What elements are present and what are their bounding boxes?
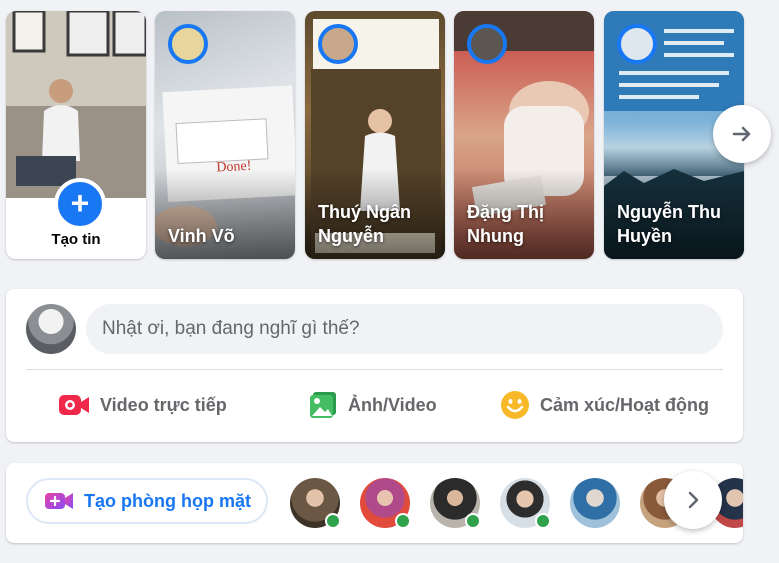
online-contact[interactable] xyxy=(500,478,551,529)
story-card[interactable]: Thuý Ngân Nguyễn xyxy=(305,11,445,259)
photo-video-button[interactable]: Ảnh/Video xyxy=(308,385,437,425)
online-indicator xyxy=(325,513,341,529)
online-contact[interactable] xyxy=(570,478,620,528)
stories-tray: + Tạo tin Done! Vinh Võ Thuý Ngân Nguyễn xyxy=(6,11,746,259)
avatar xyxy=(318,24,358,64)
photo-video-label: Ảnh/Video xyxy=(348,394,437,415)
profile-photo xyxy=(6,11,146,198)
avatar[interactable] xyxy=(26,304,76,354)
video-camera-icon xyxy=(58,393,90,417)
online-indicator xyxy=(535,513,551,529)
create-story-card[interactable]: + Tạo tin xyxy=(6,11,146,259)
post-composer: Nhật ơi, bạn đang nghĩ gì thế? Video trự… xyxy=(6,289,743,442)
smiley-icon xyxy=(500,390,530,420)
avatar xyxy=(617,24,657,64)
status-input[interactable]: Nhật ơi, bạn đang nghĩ gì thế? xyxy=(86,304,723,354)
story-card[interactable]: Done! Vinh Võ xyxy=(155,11,295,259)
rooms-bar: Tạo phòng họp mặt xyxy=(6,463,743,543)
create-room-label: Tạo phòng họp mặt xyxy=(84,490,251,511)
photo-icon xyxy=(308,390,338,420)
feeling-activity-label: Cảm xúc/Hoạt động xyxy=(540,394,710,415)
online-contact[interactable] xyxy=(430,478,481,529)
live-video-button[interactable]: Video trực tiếp xyxy=(58,385,227,425)
story-author: Nguyễn Thu Huyền xyxy=(617,202,721,246)
avatar xyxy=(570,478,620,528)
online-contact[interactable] xyxy=(290,478,341,529)
plus-icon[interactable]: + xyxy=(54,178,106,230)
online-indicator xyxy=(395,513,411,529)
online-contact[interactable] xyxy=(360,478,411,529)
divider xyxy=(26,369,723,370)
video-room-icon xyxy=(44,490,74,512)
create-story-label: Tạo tin xyxy=(51,231,101,248)
story-author: Thuý Ngân Nguyễn xyxy=(318,202,411,246)
arrow-right-icon[interactable] xyxy=(713,105,771,163)
feeling-activity-button[interactable]: Cảm xúc/Hoạt động xyxy=(500,385,709,425)
avatar xyxy=(467,24,507,64)
story-card[interactable]: Đặng Thị Nhung xyxy=(454,11,594,259)
online-indicator xyxy=(465,513,481,529)
story-author: Đặng Thị Nhung xyxy=(467,202,544,246)
story-author: Vinh Võ xyxy=(168,226,235,246)
avatar xyxy=(168,24,208,64)
chevron-right-icon[interactable] xyxy=(664,471,722,529)
create-room-button[interactable]: Tạo phòng họp mặt xyxy=(26,478,268,524)
live-video-label: Video trực tiếp xyxy=(100,394,227,415)
